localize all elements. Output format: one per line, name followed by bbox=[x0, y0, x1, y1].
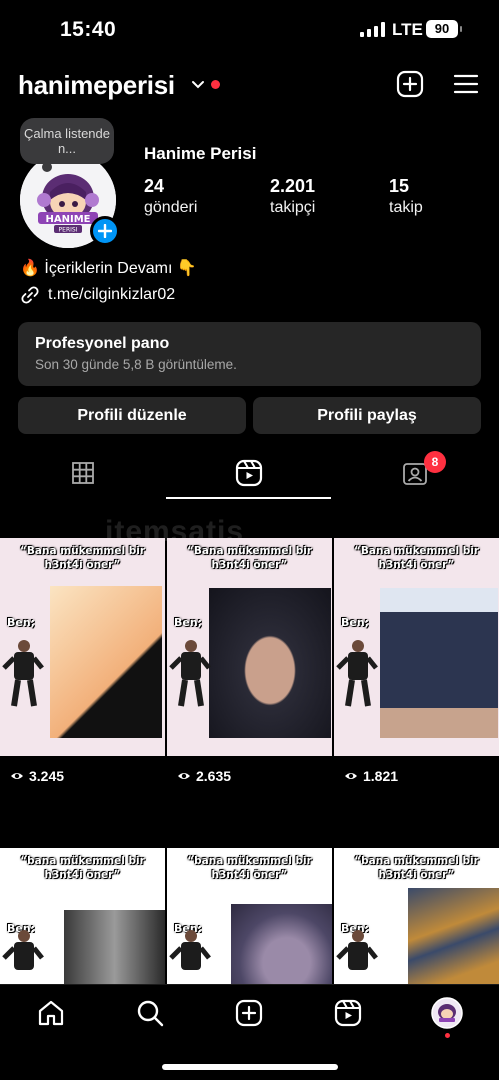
reel-caption: “Bana mükemmel bir h3nt4i öner” bbox=[187, 545, 312, 571]
username-switcher[interactable]: hanimeperisi bbox=[18, 70, 175, 101]
reel-tile[interactable]: “Bana mükemmel bir h3nt4i öner” Ben; bbox=[167, 538, 332, 756]
bio-text: 🔥 İçeriklerin Devamı 👇 bbox=[20, 260, 197, 277]
svg-text:PERISI: PERISI bbox=[59, 227, 78, 234]
search-icon bbox=[137, 1000, 164, 1027]
chevron-down-icon[interactable] bbox=[191, 78, 205, 92]
reel-figure bbox=[2, 640, 44, 707]
stat-posts[interactable]: 24 gönderi bbox=[144, 176, 197, 217]
profile-avatar-icon bbox=[431, 997, 463, 1029]
new-post-icon[interactable] bbox=[396, 70, 424, 98]
reel-caption: “bana mükemmel bir h3nt4i öner” bbox=[187, 855, 312, 881]
note-text: Çalma listende n... bbox=[24, 126, 110, 156]
status-time: 15:40 bbox=[60, 18, 117, 41]
battery-indicator: 90 bbox=[426, 20, 462, 38]
tagged-count-badge: 8 bbox=[424, 451, 446, 473]
new-post-icon bbox=[235, 999, 263, 1027]
reel-view-count: 3.245 bbox=[29, 768, 65, 784]
stat-label: gönderi bbox=[144, 199, 198, 216]
reel-overlay-text: Ben; bbox=[7, 616, 36, 629]
edit-profile-button[interactable]: Profili düzenle bbox=[18, 397, 246, 434]
reel-tile[interactable]: “Bana mükemmel bir h3nt4i öner” Ben; bbox=[0, 538, 165, 756]
display-name: Hanime Perisi bbox=[144, 144, 257, 163]
tab-posts[interactable] bbox=[0, 448, 166, 498]
reel-thumbnail bbox=[50, 586, 162, 738]
reel-view-count: 1.821 bbox=[363, 768, 399, 784]
home-indicator[interactable] bbox=[162, 1064, 338, 1070]
reel-caption: “bana mükemmel bir h3nt4i öner” bbox=[20, 855, 145, 881]
reel-caption: “bana mükemmel bir h3nt4i öner” bbox=[354, 855, 479, 881]
tab-reels[interactable] bbox=[166, 448, 332, 498]
home-icon bbox=[38, 1000, 64, 1026]
note-bubble[interactable]: Çalma listende n... bbox=[20, 118, 114, 172]
dashboard-subtitle: Son 30 günde 5,8 B görüntüleme. bbox=[35, 357, 237, 372]
reels-icon bbox=[235, 459, 263, 487]
network-type: LTE bbox=[392, 20, 423, 39]
nav-search[interactable] bbox=[134, 997, 166, 1029]
reel-tile[interactable]: “bana mükemmel bir h3nt4i öner” Ben: bbox=[0, 848, 165, 988]
profile-header: hanimeperisi bbox=[0, 64, 499, 108]
add-story-button[interactable] bbox=[90, 216, 120, 246]
eye-icon bbox=[345, 773, 357, 779]
reel-tile[interactable]: “bana mükemmel bir h3nt4i öner” Ben: bbox=[167, 848, 332, 988]
reel-tile[interactable]: “bana mükemmel bir h3nt4i öner” Ben: bbox=[334, 848, 499, 988]
stat-value: 24 bbox=[144, 176, 165, 196]
link-icon bbox=[21, 286, 39, 304]
reel-views: 1.821 bbox=[344, 768, 398, 784]
svg-text:HANIME: HANIME bbox=[46, 214, 91, 225]
nav-reels[interactable] bbox=[332, 997, 364, 1029]
stat-value: 15 bbox=[389, 176, 410, 196]
reel-view-count: 2.635 bbox=[196, 768, 232, 784]
reel-figure bbox=[169, 640, 211, 707]
active-tab-indicator bbox=[166, 497, 331, 499]
stat-label: takipçi bbox=[270, 199, 316, 216]
reel-thumbnail bbox=[209, 588, 331, 738]
professional-dashboard[interactable]: Profesyonel pano Son 30 günde 5,8 B görü… bbox=[18, 322, 481, 386]
reel-figure bbox=[169, 930, 211, 970]
eye-icon bbox=[11, 773, 23, 779]
stat-value: 2.201 bbox=[270, 176, 316, 196]
reels-icon bbox=[334, 999, 362, 1027]
reel-thumbnail bbox=[408, 888, 499, 988]
reel-caption: “Bana mükemmel bir h3nt4i öner” bbox=[20, 545, 145, 571]
reel-figure bbox=[336, 640, 378, 707]
reel-views: 2.635 bbox=[177, 768, 231, 784]
signal-icon bbox=[360, 22, 385, 37]
reel-caption: “Bana mükemmel bir h3nt4i öner” bbox=[354, 545, 479, 571]
reel-thumbnail bbox=[231, 904, 332, 988]
reel-tile[interactable]: “Bana mükemmel bir h3nt4i öner” Ben; bbox=[334, 538, 499, 756]
dashboard-title: Profesyonel pano bbox=[35, 335, 170, 352]
reel-thumbnail bbox=[380, 588, 498, 738]
notification-dot bbox=[211, 80, 220, 89]
stat-following[interactable]: 15 takip bbox=[389, 176, 423, 217]
nav-home[interactable] bbox=[35, 997, 67, 1029]
reel-overlay-text: Ben; bbox=[341, 616, 370, 629]
profile-tabs: 8 bbox=[0, 448, 499, 500]
bio-link[interactable]: t.me/cilginkizlar02 bbox=[20, 285, 175, 305]
eye-icon bbox=[178, 773, 190, 779]
tab-tagged[interactable] bbox=[332, 448, 498, 498]
menu-icon[interactable] bbox=[452, 70, 480, 98]
stat-label: takip bbox=[389, 199, 423, 216]
reel-figure bbox=[336, 930, 378, 970]
grid-icon bbox=[72, 462, 94, 484]
plus-icon bbox=[98, 224, 112, 238]
stat-followers[interactable]: 2.201 takipçi bbox=[270, 176, 315, 217]
nav-create[interactable] bbox=[233, 997, 265, 1029]
reel-views: 3.245 bbox=[10, 768, 64, 784]
bio-link-text: t.me/cilginkizlar02 bbox=[48, 286, 176, 303]
reel-overlay-text: Ben; bbox=[174, 616, 203, 629]
status-bar: 15:40 LTE 90 bbox=[0, 0, 499, 60]
reel-thumbnail bbox=[64, 910, 165, 988]
share-profile-button[interactable]: Profili paylaş bbox=[253, 397, 481, 434]
reel-figure bbox=[2, 930, 44, 970]
profile-notification-dot bbox=[445, 1033, 450, 1038]
nav-profile[interactable] bbox=[431, 997, 463, 1029]
